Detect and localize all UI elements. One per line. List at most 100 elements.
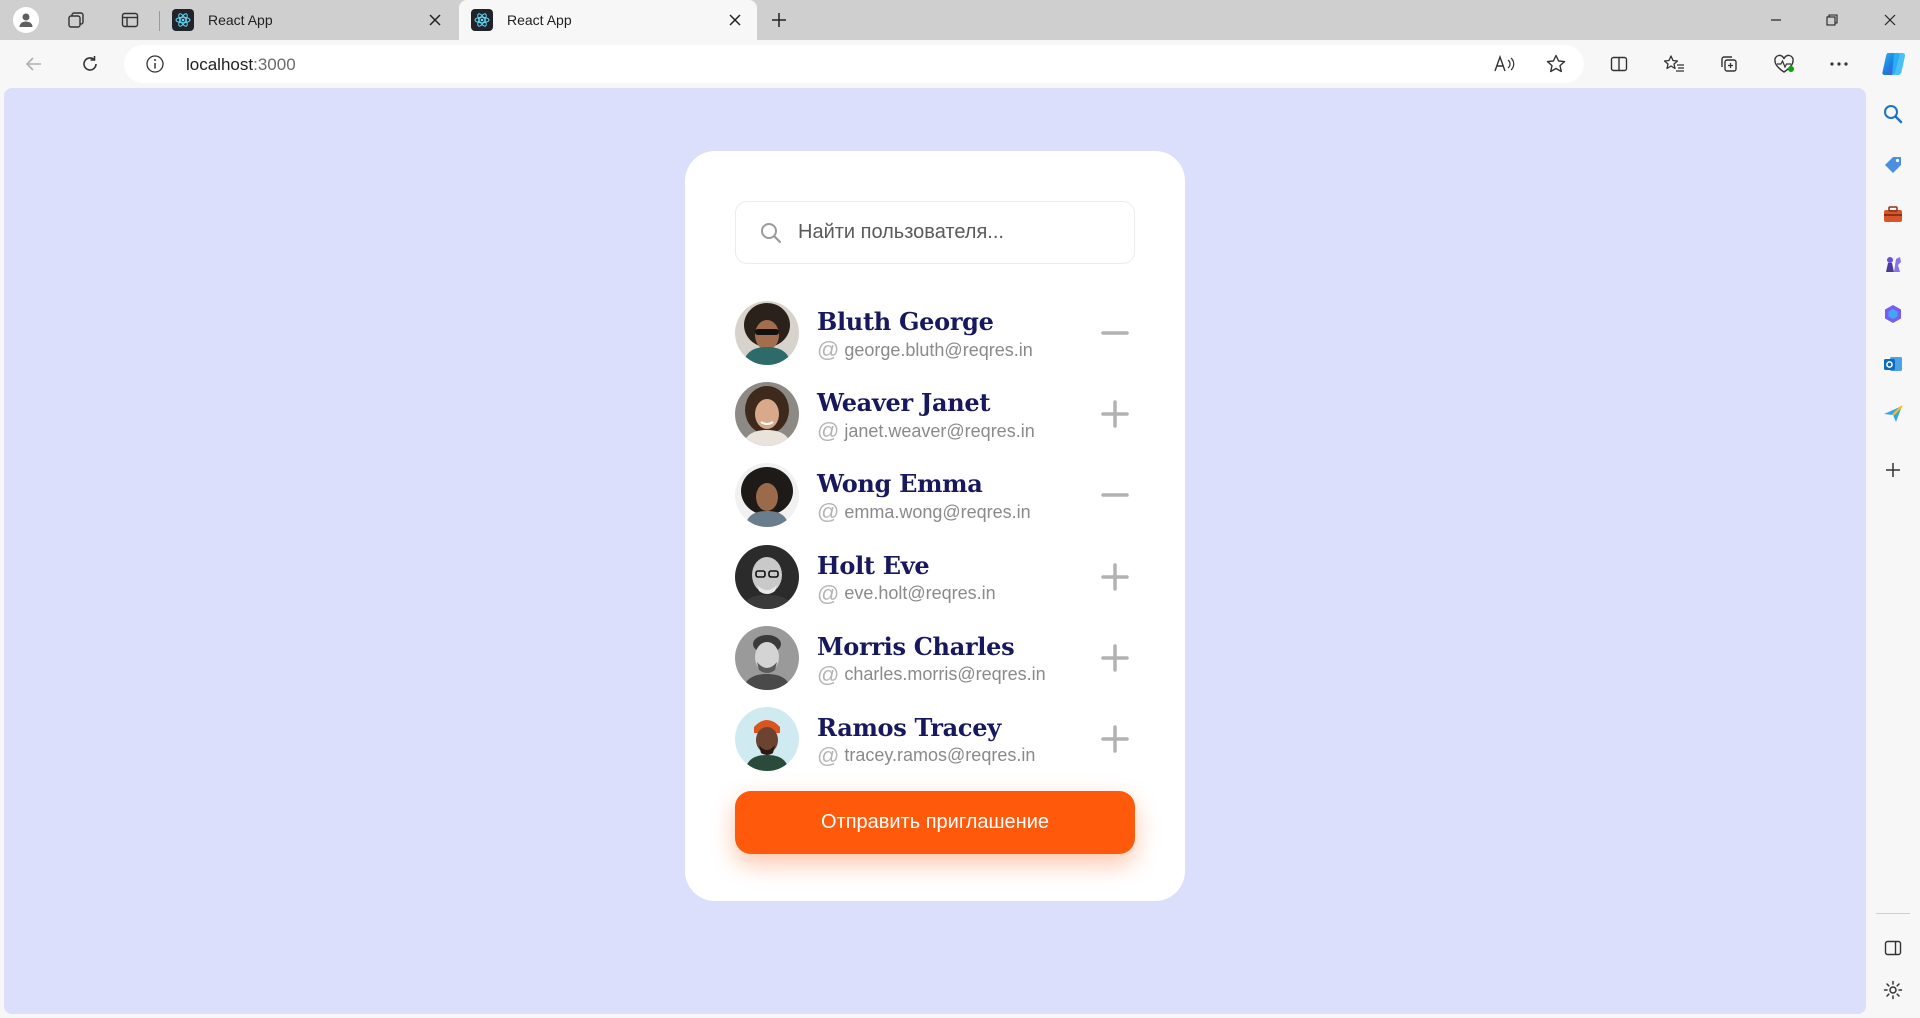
- remove-user-button[interactable]: [1095, 313, 1135, 353]
- user-email-text: tracey.ramos@reqres.in: [844, 745, 1036, 766]
- tab-react-app-1[interactable]: React App: [160, 0, 457, 40]
- url-text: localhost:3000: [186, 55, 296, 75]
- user-name: Weaver Janet: [817, 388, 991, 418]
- search-input[interactable]: [798, 221, 1118, 244]
- sidebar-microsoft365-button[interactable]: [1875, 296, 1911, 332]
- list-item: Ramos Tracey @ tracey.ramos@reqres.in: [735, 706, 1135, 788]
- sidebar-outlook-button[interactable]: [1875, 346, 1911, 382]
- vertical-tabs-button[interactable]: [116, 6, 144, 34]
- avatar: [735, 301, 799, 365]
- at-icon: @: [817, 499, 840, 525]
- avatar: [735, 544, 799, 609]
- refresh-icon: [83, 56, 97, 71]
- plus-icon: [1101, 562, 1129, 591]
- user-email: @ emma.wong@reqres.in: [817, 501, 1031, 523]
- collections-button[interactable]: [1713, 48, 1745, 80]
- user-email: @ george.bluth@reqres.in: [817, 339, 1033, 361]
- minimize-icon: [1771, 19, 1781, 21]
- send-invite-button[interactable]: Отправить приглашение: [735, 791, 1135, 854]
- url-port: :3000: [253, 55, 296, 74]
- sidebar-search-button[interactable]: [1875, 96, 1911, 132]
- tab-actions-icon: [121, 12, 139, 28]
- profile-icon: [13, 7, 39, 33]
- user-email: @ eve.holt@reqres.in: [817, 582, 996, 605]
- sidebar-tools-button[interactable]: [1875, 196, 1911, 232]
- add-user-button[interactable]: [1095, 557, 1135, 597]
- user-name: Wong Emma: [817, 469, 983, 499]
- browser-essentials-button[interactable]: [1768, 48, 1800, 80]
- at-icon: @: [817, 337, 840, 362]
- split-screen-icon: [1610, 56, 1628, 72]
- favorite-button[interactable]: [1540, 48, 1572, 80]
- close-tab-icon[interactable]: [725, 10, 745, 30]
- refresh-button[interactable]: [74, 48, 106, 80]
- favorites-list-icon: [1663, 55, 1684, 72]
- add-user-button[interactable]: [1095, 719, 1135, 759]
- hide-sidebar-button[interactable]: [1875, 930, 1911, 966]
- plus-icon: [1101, 725, 1129, 753]
- star-icon: [1546, 54, 1566, 73]
- outlook-icon: [1884, 357, 1902, 371]
- more-icon: [1830, 62, 1848, 66]
- sidebar-add-button[interactable]: [1875, 452, 1911, 488]
- invite-card: Bluth George @george.bluth@reqres.in: [685, 151, 1185, 901]
- split-screen-button[interactable]: [1603, 48, 1635, 80]
- add-user-button[interactable]: [1095, 394, 1135, 434]
- site-info-icon[interactable]: [144, 53, 166, 75]
- profile-button[interactable]: [12, 6, 40, 34]
- user-list: Bluth George @ george.bluth@reqres.in We…: [735, 301, 1135, 788]
- close-tab-icon[interactable]: [425, 10, 445, 30]
- back-button[interactable]: [18, 48, 50, 80]
- sidebar-settings-button[interactable]: [1875, 972, 1911, 1008]
- url-host: localhost: [186, 55, 254, 74]
- list-item: Morris Charles @ charles.morris@reqres.in: [735, 625, 1135, 707]
- heart-pulse-icon: [1774, 54, 1794, 73]
- at-icon: @: [817, 418, 840, 444]
- user-email: @ tracey.ramos@reqres.in: [817, 744, 1036, 767]
- settings-more-button[interactable]: [1823, 48, 1855, 80]
- send-icon: [1884, 405, 1903, 422]
- user-email-text: janet.weaver@reqres.in: [844, 420, 1035, 441]
- user-name: Bluth George: [817, 307, 994, 336]
- favorites-button[interactable]: [1658, 48, 1690, 80]
- workspaces-icon: [68, 12, 84, 28]
- search-box[interactable]: [735, 201, 1135, 264]
- gear-icon: [1883, 980, 1903, 1000]
- sidebar-send-button[interactable]: [1875, 396, 1911, 432]
- user-name: Ramos Tracey: [817, 712, 1001, 742]
- close-window-button[interactable]: [1862, 0, 1918, 40]
- browser-toolbar: localhost:3000: [0, 40, 1920, 88]
- new-tab-button[interactable]: [765, 6, 793, 34]
- sidebar-games-button[interactable]: [1875, 246, 1911, 282]
- user-name: Holt Eve: [817, 550, 930, 580]
- user-email-text: george.bluth@reqres.in: [844, 339, 1033, 360]
- edge-sidebar: [1866, 88, 1920, 1018]
- copilot-icon: [1882, 53, 1906, 75]
- remove-user-button[interactable]: [1095, 475, 1135, 515]
- address-bar[interactable]: localhost:3000: [124, 45, 1584, 83]
- sidebar-panel-icon: [1884, 940, 1902, 956]
- read-aloud-button[interactable]: [1488, 48, 1520, 80]
- user-email: @ charles.morris@reqres.in: [817, 663, 1046, 686]
- workspaces-button[interactable]: [62, 6, 90, 34]
- chess-icon: [1886, 257, 1901, 272]
- restore-icon: [1826, 14, 1838, 26]
- react-icon: [172, 9, 194, 31]
- sidebar-shopping-button[interactable]: [1875, 146, 1911, 182]
- tab-react-app-2[interactable]: React App: [459, 0, 757, 40]
- tab-title: React App: [208, 12, 273, 28]
- restore-button[interactable]: [1804, 0, 1860, 40]
- microsoft365-icon: [1885, 305, 1901, 323]
- add-user-button[interactable]: [1095, 638, 1135, 678]
- user-email: @ janet.weaver@reqres.in: [817, 420, 1035, 442]
- user-name: Morris Charles: [817, 631, 1015, 661]
- user-email-text: charles.morris@reqres.in: [844, 664, 1046, 685]
- copilot-button[interactable]: [1878, 48, 1910, 80]
- list-item: Bluth George @ george.bluth@reqres.in: [735, 301, 1135, 382]
- avatar: [735, 625, 799, 690]
- minus-icon: [1101, 493, 1129, 498]
- minimize-button[interactable]: [1748, 0, 1804, 40]
- list-item: Holt Eve @ eve.holt@reqres.in: [735, 544, 1135, 626]
- minus-icon: [1101, 331, 1129, 335]
- plus-icon: [1886, 463, 1900, 477]
